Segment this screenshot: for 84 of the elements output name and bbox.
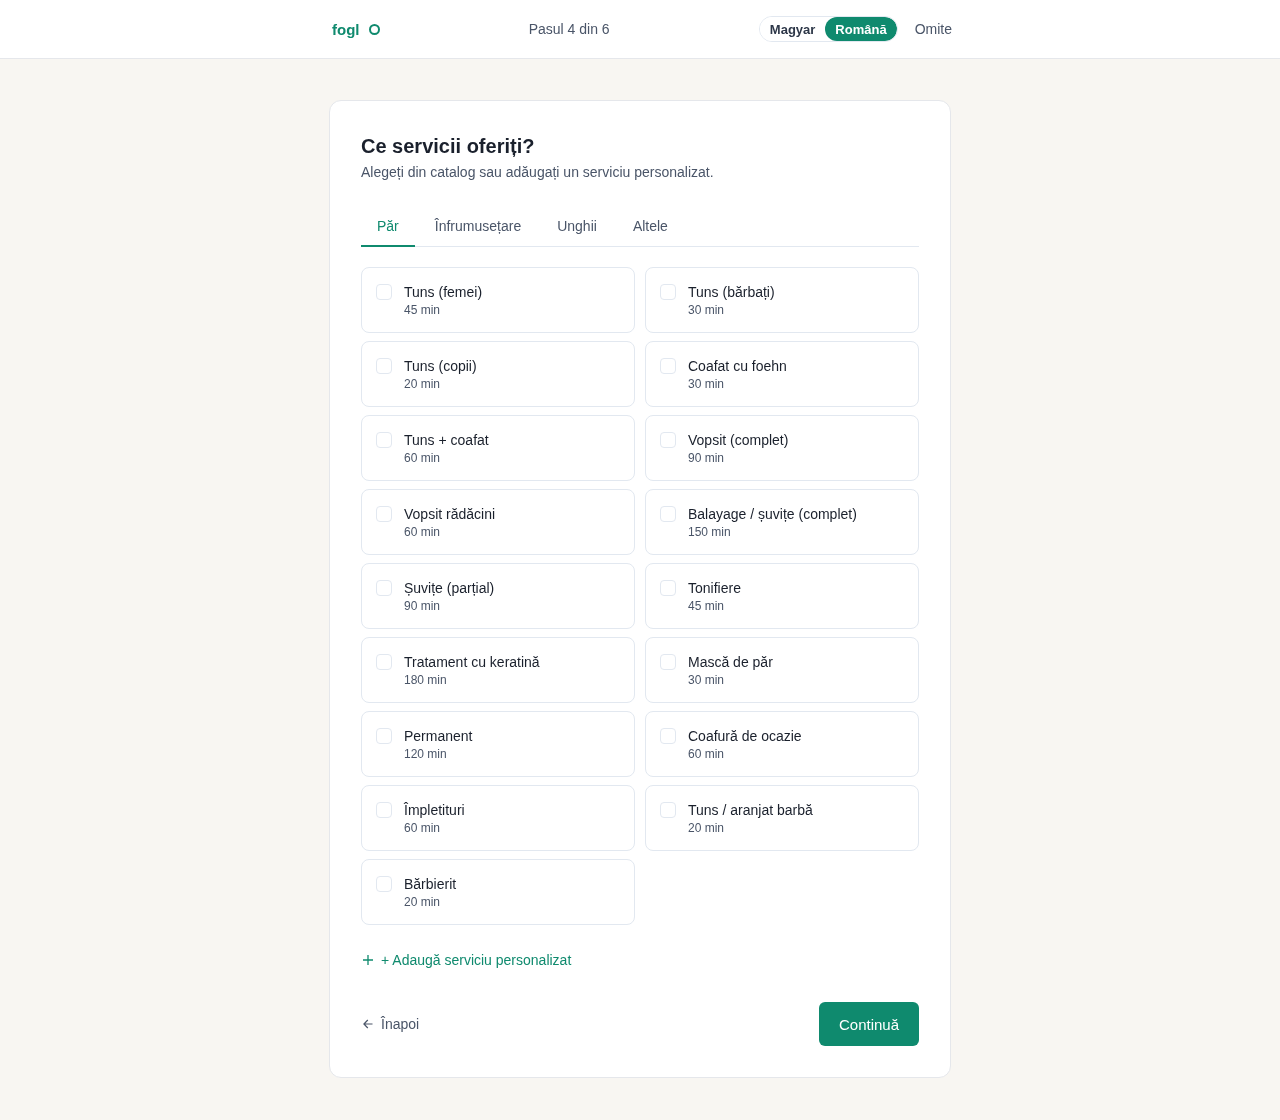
service-name: Balayage / șuvițe (complet) (688, 505, 857, 524)
arrow-left-icon (363, 1019, 373, 1029)
checkbox[interactable] (376, 432, 392, 448)
checkbox[interactable] (376, 876, 392, 892)
service-duration: 30 min (688, 672, 725, 688)
service-name: Vopsit rădăcini (404, 505, 496, 524)
service-name: Permanent (404, 727, 473, 746)
checkbox[interactable] (376, 728, 392, 744)
service-duration: 20 min (404, 376, 441, 392)
checkbox[interactable] (660, 580, 676, 596)
service-option[interactable]: Mască de păr 30 min (645, 637, 919, 703)
service-duration: 60 min (404, 524, 441, 540)
logo: fogl (332, 20, 360, 38)
service-duration: 30 min (688, 376, 725, 392)
checkbox[interactable] (660, 728, 676, 744)
service-name: Tuns / aranjat barbă (688, 801, 813, 820)
service-option[interactable]: Tonifiere 45 min (645, 563, 919, 629)
checkbox[interactable] (660, 506, 676, 522)
service-duration: 60 min (404, 820, 441, 836)
page-title: Ce servicii oferiți? (361, 134, 535, 159)
service-name: Bărbierit (404, 875, 457, 894)
service-duration: 180 min (404, 672, 447, 688)
service-duration: 30 min (688, 302, 725, 318)
service-duration: 120 min (404, 746, 447, 762)
skip-link[interactable]: Omite (914, 21, 952, 37)
category-tab[interactable]: Unghii (541, 206, 613, 247)
service-name: Împletituri (404, 801, 465, 820)
checkbox[interactable] (376, 506, 392, 522)
service-option[interactable]: Permanent 120 min (361, 711, 635, 777)
checkbox[interactable] (376, 580, 392, 596)
service-option[interactable]: Tuns (copii) 20 min (361, 341, 635, 407)
service-option[interactable]: Bărbierit 20 min (361, 859, 635, 925)
service-duration: 150 min (688, 524, 731, 540)
service-name: Tuns + coafat (404, 431, 489, 450)
service-option[interactable]: Coafură de ocazie 60 min (645, 711, 919, 777)
service-option[interactable]: Vopsit (complet) 90 min (645, 415, 919, 481)
service-duration: 90 min (688, 450, 725, 466)
language-option[interactable]: Română (825, 17, 897, 41)
checkbox[interactable] (660, 654, 676, 670)
service-name: Șuvițe (parțial) (404, 579, 495, 598)
step-indicator: Pasul 4 din 6 (528, 21, 610, 37)
service-name: Tuns (copii) (404, 357, 477, 376)
category-tab[interactable]: Altele (616, 206, 684, 247)
checkbox[interactable] (660, 802, 676, 818)
checkbox[interactable] (660, 358, 676, 374)
service-name: Coafură de ocazie (688, 727, 802, 746)
service-duration: 60 min (688, 746, 725, 762)
service-option[interactable]: Șuvițe (parțial) 90 min (361, 563, 635, 629)
checkbox[interactable] (376, 654, 392, 670)
service-option[interactable]: Tratament cu keratină 180 min (361, 637, 635, 703)
checkbox[interactable] (376, 802, 392, 818)
service-name: Mască de păr (688, 653, 773, 672)
category-tab[interactable]: Înfrumusețare (418, 206, 538, 247)
continue-button[interactable]: Continuă (819, 1002, 919, 1046)
page-subtitle: Alegeți din catalog sau adăugați un serviciu personalizat. (361, 163, 714, 182)
service-name: Tratament cu keratină (404, 653, 540, 672)
service-option[interactable]: Tuns (femei) 45 min (361, 267, 635, 333)
plus-icon (363, 955, 373, 965)
checkbox[interactable] (376, 358, 392, 374)
service-name: Tuns (bărbați) (688, 283, 775, 302)
back-button[interactable]: Înapoi (361, 1016, 420, 1032)
service-duration: 20 min (404, 894, 441, 910)
service-option[interactable]: Tuns (bărbați) 30 min (645, 267, 919, 333)
service-option[interactable]: Vopsit rădăcini 60 min (361, 489, 635, 555)
service-duration: 20 min (688, 820, 725, 836)
service-name: Tonifiere (688, 579, 741, 598)
service-option[interactable]: Împletituri 60 min (361, 785, 635, 851)
service-duration: 45 min (404, 302, 441, 318)
service-duration: 90 min (404, 598, 441, 614)
service-option[interactable]: Tuns + coafat 60 min (361, 415, 635, 481)
checkbox[interactable] (660, 284, 676, 300)
category-tab[interactable]: Păr (361, 206, 415, 247)
service-name: Tuns (femei) (404, 283, 483, 302)
service-option[interactable]: Balayage / șuvițe (complet) 150 min (645, 489, 919, 555)
service-option[interactable]: Coafat cu foehn 30 min (645, 341, 919, 407)
checkbox[interactable] (376, 284, 392, 300)
service-duration: 60 min (404, 450, 441, 466)
service-duration: 45 min (688, 598, 725, 614)
ring-icon (368, 23, 380, 35)
service-name: Vopsit (complet) (688, 431, 789, 450)
add-service-link[interactable]: + Adaugă serviciu personalizat (361, 950, 572, 970)
service-option[interactable]: Tuns / aranjat barbă 20 min (645, 785, 919, 851)
checkbox[interactable] (660, 432, 676, 448)
service-name: Coafat cu foehn (688, 357, 787, 376)
